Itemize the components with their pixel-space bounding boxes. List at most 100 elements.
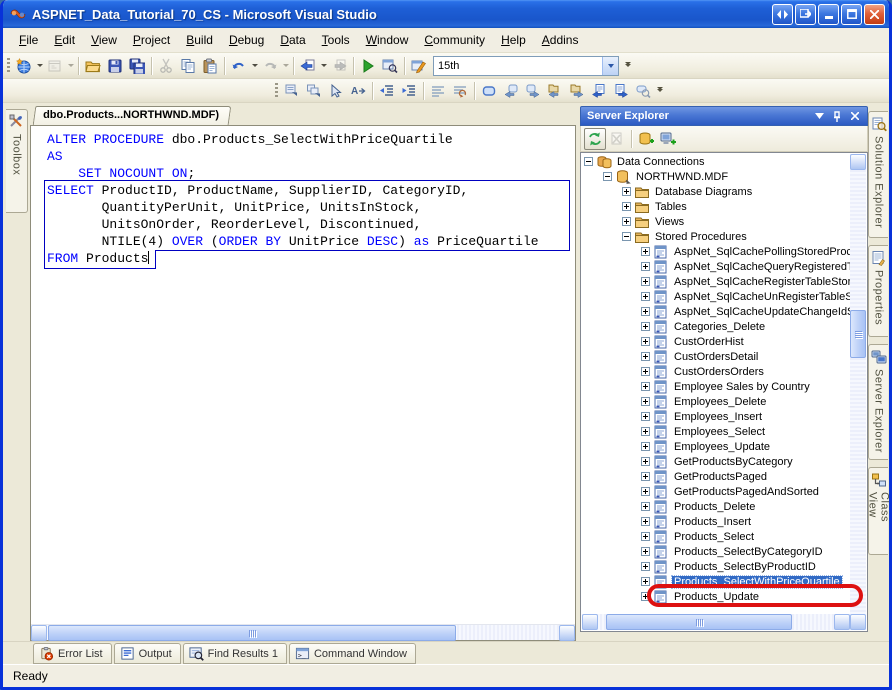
expand-icon[interactable] xyxy=(641,562,650,571)
navigate-forward-button[interactable] xyxy=(328,55,350,77)
expand-icon[interactable] xyxy=(641,532,650,541)
menu-help[interactable]: Help xyxy=(493,30,534,50)
tree-node-tables[interactable]: Tables xyxy=(582,199,850,214)
menu-file[interactable]: File xyxy=(11,30,46,50)
tree-node-products-delete[interactable]: Products_Delete xyxy=(582,499,850,514)
bottom-tab-output[interactable]: Output xyxy=(114,643,181,664)
tree-node-label[interactable]: Products_Update xyxy=(672,591,761,603)
expand-icon[interactable] xyxy=(622,187,631,196)
tree-node-label[interactable]: Products_Select xyxy=(672,531,756,543)
tree-node-aspnet-sqlcacheupdatechangeidstoredprocedure[interactable]: AspNet_SqlCacheUpdateChangeIdStoredProce… xyxy=(582,304,850,319)
close-panel-button[interactable] xyxy=(847,109,863,124)
tree-node-products-selectbyproductid[interactable]: Products_SelectByProductID xyxy=(582,559,850,574)
open-file-button[interactable] xyxy=(82,55,104,77)
expand-icon[interactable] xyxy=(641,247,650,256)
next-bookmark-button[interactable] xyxy=(522,80,544,102)
toolbar-overflow-chevron[interactable] xyxy=(622,55,634,77)
menu-window[interactable]: Window xyxy=(358,30,417,50)
expand-icon[interactable] xyxy=(641,262,650,271)
tree-node-getproductsbycategory[interactable]: GetProductsByCategory xyxy=(582,454,850,469)
previous-bookmark-in-document-button[interactable] xyxy=(588,80,610,102)
expand-icon[interactable] xyxy=(641,397,650,406)
window-extra-detach-button[interactable] xyxy=(795,4,816,25)
add-new-item-button[interactable] xyxy=(44,55,66,77)
tree-vertical-scrollbar[interactable] xyxy=(850,154,866,630)
tree-node-label[interactable]: AspNet_SqlCachePollingStoredProcedure xyxy=(672,246,850,258)
tree-node-label[interactable]: GetProductsByCategory xyxy=(672,456,795,468)
copy-button[interactable] xyxy=(177,55,199,77)
editor-horizontal-scrollbar[interactable] xyxy=(31,624,575,640)
tree-node-database-diagrams[interactable]: Database Diagrams xyxy=(582,184,850,199)
collapse-icon[interactable] xyxy=(584,157,593,166)
tree-node-label[interactable]: AspNet_SqlCacheUnRegisterTableStoredProc… xyxy=(672,291,850,303)
expand-icon[interactable] xyxy=(641,367,650,376)
tree-node-employees-delete[interactable]: Employees_Delete xyxy=(582,394,850,409)
expand-icon[interactable] xyxy=(641,577,650,586)
expand-icon[interactable] xyxy=(641,442,650,451)
code-line[interactable]: QuantityPerUnit, UnitPrice, UnitsInStock… xyxy=(47,199,575,216)
expand-icon[interactable] xyxy=(641,517,650,526)
clear-bookmarks-button[interactable] xyxy=(632,80,654,102)
minimize-button[interactable] xyxy=(818,4,839,25)
code-line[interactable]: SET NOCOUNT ON; xyxy=(47,165,575,182)
expand-icon[interactable] xyxy=(641,277,650,286)
scroll-left-button[interactable] xyxy=(31,625,47,641)
display-member-list-button[interactable] xyxy=(281,80,303,102)
scrollbar-track[interactable] xyxy=(850,170,866,614)
undo-dropdown-arrow[interactable] xyxy=(250,55,259,77)
toolbar-combobox-value[interactable]: 15th xyxy=(434,60,602,72)
tree-node-label[interactable]: AspNet_SqlCacheQueryRegisteredTablesStor… xyxy=(672,261,850,273)
collapse-icon[interactable] xyxy=(622,232,631,241)
scroll-up-button[interactable] xyxy=(850,154,866,170)
menu-edit[interactable]: Edit xyxy=(46,30,83,50)
add-new-item-dropdown-arrow[interactable] xyxy=(66,55,75,77)
menu-debug[interactable]: Debug xyxy=(221,30,272,50)
menu-project[interactable]: Project xyxy=(125,30,178,50)
bottom-tab-find-results-1[interactable]: Find Results 1 xyxy=(183,643,287,664)
next-bookmark-in-document-button[interactable] xyxy=(610,80,632,102)
tree-node-label[interactable]: GetProductsPaged xyxy=(672,471,769,483)
previous-bookmark-in-folder-button[interactable] xyxy=(544,80,566,102)
combobox-dropdown-arrow[interactable] xyxy=(602,57,618,75)
tree-node-label[interactable]: AspNet_SqlCacheRegisterTableStoredProced… xyxy=(672,276,850,288)
expand-icon[interactable] xyxy=(641,352,650,361)
tree-node-aspnet-sqlcachepollingstoredprocedure[interactable]: AspNet_SqlCachePollingStoredProcedure xyxy=(582,244,850,259)
code-line[interactable]: UnitsOnOrder, ReorderLevel, Discontinued… xyxy=(47,216,575,233)
tree-node-label[interactable]: CustOrdersDetail xyxy=(672,351,760,363)
decrease-indent-button[interactable] xyxy=(376,80,398,102)
refresh-button[interactable] xyxy=(584,128,606,150)
expand-icon[interactable] xyxy=(641,457,650,466)
auto-hide-pin-button[interactable] xyxy=(829,109,845,124)
toolbox-tab[interactable]: Toolbox xyxy=(6,109,28,213)
expand-icon[interactable] xyxy=(641,412,650,421)
tree-node-aspnet-sqlcacheregistertablestoredprocedure[interactable]: AspNet_SqlCacheRegisterTableStoredProced… xyxy=(582,274,850,289)
tree-node-northwnd-mdf[interactable]: NORTHWND.MDF xyxy=(582,169,850,184)
tree-node-label[interactable]: Employee Sales by Country xyxy=(672,381,812,393)
toolbar-grip[interactable] xyxy=(275,83,278,99)
tree-node-employees-update[interactable]: Employees_Update xyxy=(582,439,850,454)
uncomment-selection-button[interactable] xyxy=(449,80,471,102)
tree-node-products-selectbycategoryid[interactable]: Products_SelectByCategoryID xyxy=(582,544,850,559)
window-position-button[interactable] xyxy=(811,109,827,124)
tree-node-label[interactable]: Views xyxy=(653,216,686,228)
redo-dropdown-arrow[interactable] xyxy=(281,55,290,77)
scroll-down-button[interactable] xyxy=(850,614,866,630)
toggle-bookmark-button[interactable] xyxy=(478,80,500,102)
undo-button[interactable] xyxy=(228,55,250,77)
expand-icon[interactable] xyxy=(641,337,650,346)
tree-node-views[interactable]: Views xyxy=(582,214,850,229)
tree-node-label[interactable]: CustOrderHist xyxy=(672,336,746,348)
code-line[interactable]: AS xyxy=(47,148,575,165)
tree-node-label[interactable]: Employees_Delete xyxy=(672,396,768,408)
tree-node-label[interactable]: Employees_Select xyxy=(672,426,767,438)
expand-icon[interactable] xyxy=(641,472,650,481)
tree-node-custordersdetail[interactable]: CustOrdersDetail xyxy=(582,349,850,364)
maximize-button[interactable] xyxy=(841,4,862,25)
tree-node-label[interactable]: Products_SelectWithPriceQuartile xyxy=(672,576,842,588)
scrollbar-thumb[interactable] xyxy=(850,310,866,358)
tree-node-custordersorders[interactable]: CustOrdersOrders xyxy=(582,364,850,379)
tree-node-aspnet-sqlcacheunregistertablestoredprocedure[interactable]: AspNet_SqlCacheUnRegisterTableStoredProc… xyxy=(582,289,850,304)
redo-button[interactable] xyxy=(259,55,281,77)
expand-icon[interactable] xyxy=(622,217,631,226)
save-all-button[interactable] xyxy=(126,55,148,77)
